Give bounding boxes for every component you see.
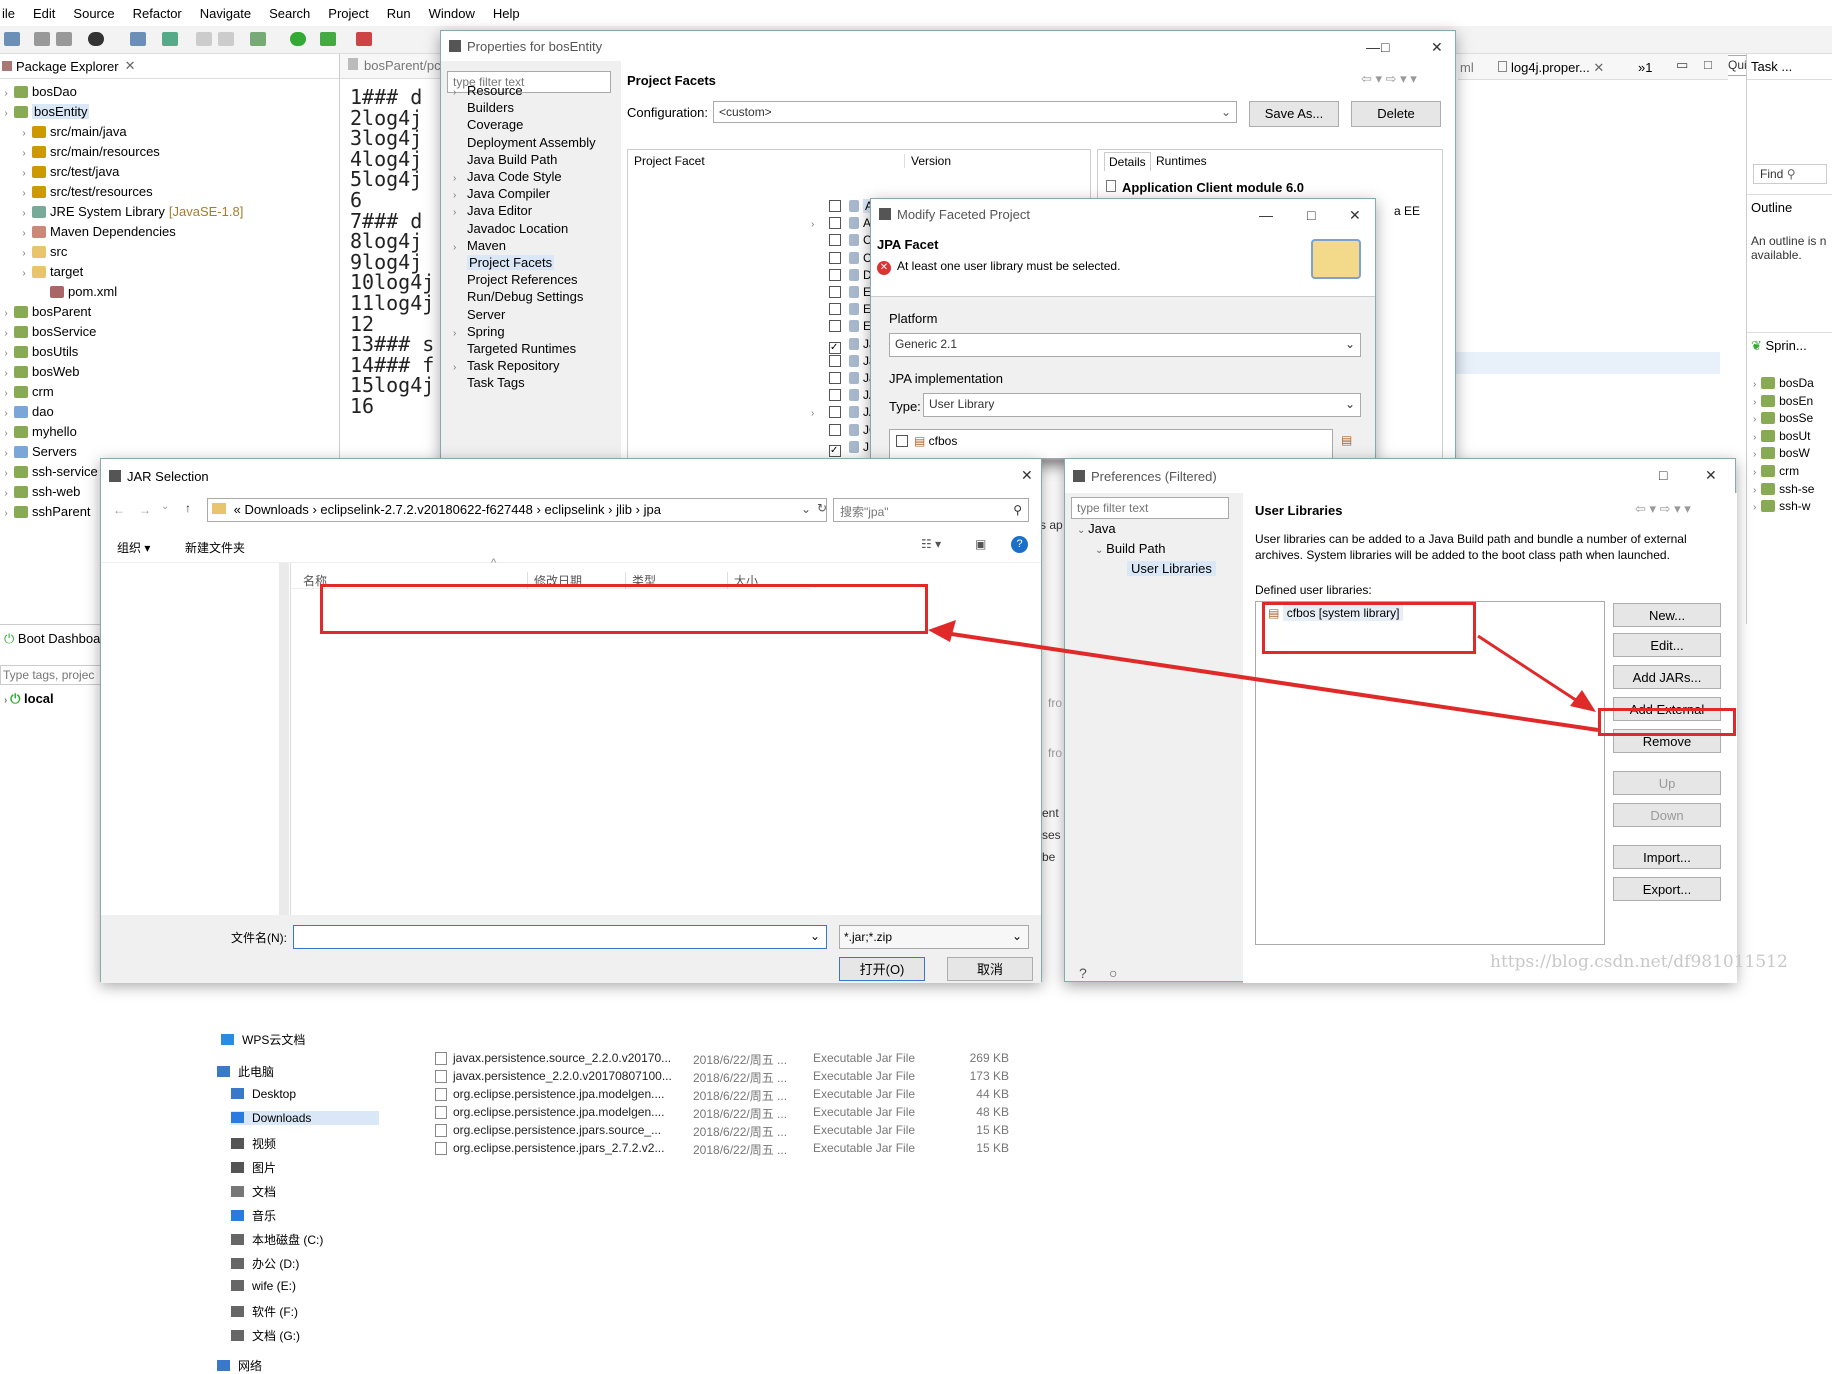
arrowhead-icon	[928, 620, 956, 642]
file-row[interactable]: org.eclipse.persistence.jpars.source_...…	[435, 1121, 1015, 1139]
jar-nav-label: 网络	[238, 1359, 263, 1373]
file-size: 44 KB	[976, 1087, 1009, 1101]
jar-nav-label: 视频	[252, 1137, 277, 1151]
drive-icon	[231, 1306, 244, 1317]
network-icon	[217, 1360, 230, 1371]
file-date: 2018/6/22/周五 ...	[693, 1053, 788, 1067]
file-name: org.eclipse.persistence.jpars_2.7.2.v2..…	[453, 1141, 665, 1155]
drive-icon	[231, 1258, 244, 1269]
jar-nav-item[interactable]: Downloads	[231, 1111, 379, 1125]
jar-nav-label: 音乐	[252, 1209, 277, 1223]
jar-nav-item[interactable]: WPS云文档	[221, 1031, 379, 1048]
file-name: org.eclipse.persistence.jpa.modelgen....	[453, 1087, 665, 1101]
download-icon	[231, 1112, 244, 1123]
jar-nav-item[interactable]: 文档	[231, 1183, 379, 1200]
jar-nav-label: 文档	[252, 1185, 277, 1199]
jar-file-icon	[435, 1052, 447, 1065]
file-date: 2018/6/22/周五 ...	[693, 1107, 788, 1121]
jar-nav-label: Desktop	[252, 1087, 297, 1101]
picture-icon	[231, 1162, 244, 1173]
jar-nav-item[interactable]: 音乐	[231, 1207, 379, 1224]
file-type: Executable Jar File	[813, 1069, 916, 1083]
file-type: Executable Jar File	[813, 1051, 916, 1065]
file-row[interactable]: org.eclipse.persistence.jpa.modelgen....…	[435, 1085, 1015, 1103]
music-icon	[231, 1210, 244, 1221]
file-name: org.eclipse.persistence.jpa.modelgen....	[453, 1105, 665, 1119]
cloud-icon	[221, 1034, 234, 1045]
jar-nav-item[interactable]: 视频	[231, 1135, 379, 1152]
jar-file-icon	[435, 1124, 447, 1137]
watermark: https://blog.csdn.net/df981011512	[1490, 952, 1788, 972]
jar-nav-label: 软件 (F:)	[252, 1305, 298, 1319]
file-name: javax.persistence.source_2.2.0.v20170...	[453, 1051, 672, 1065]
file-name: org.eclipse.persistence.jpars.source_...	[453, 1123, 662, 1137]
jar-nav-label: Downloads	[252, 1111, 312, 1125]
jar-nav-item[interactable]: 本地磁盘 (C:)	[231, 1231, 379, 1248]
document-icon	[231, 1186, 244, 1197]
jar-nav-item[interactable]: 文档 (G:)	[231, 1327, 379, 1344]
jar-nav-label: 此电脑	[238, 1065, 275, 1079]
jar-nav-label: 文档 (G:)	[252, 1329, 300, 1343]
file-date: 2018/6/22/周五 ...	[693, 1125, 788, 1139]
jar-file-icon	[435, 1070, 447, 1083]
desktop-icon	[231, 1088, 244, 1099]
file-type: Executable Jar File	[813, 1087, 916, 1101]
file-type: Executable Jar File	[813, 1105, 916, 1119]
file-date: 2018/6/22/周五 ...	[693, 1071, 788, 1085]
jar-nav-label: 办公 (D:)	[252, 1257, 300, 1271]
jar-file-icon	[435, 1088, 447, 1101]
arrow-to-add-external	[1477, 634, 1589, 710]
arrowhead-icon	[1570, 690, 1596, 712]
annotation-arrows	[928, 620, 1599, 732]
file-row[interactable]: org.eclipse.persistence.jpa.modelgen....…	[435, 1103, 1015, 1121]
jar-nav-item[interactable]: 网络	[217, 1357, 379, 1374]
jar-file-icon	[435, 1106, 447, 1119]
file-name: javax.persistence_2.2.0.v20170807100...	[453, 1069, 672, 1083]
drive-icon	[231, 1330, 244, 1341]
video-icon	[231, 1138, 244, 1149]
file-size: 173 KB	[969, 1069, 1009, 1083]
file-row[interactable]: javax.persistence_2.2.0.v20170807100... 2…	[435, 1067, 1015, 1085]
file-date: 2018/6/22/周五 ...	[693, 1143, 788, 1157]
jar-nav-item[interactable]: 办公 (D:)	[231, 1255, 379, 1272]
file-date: 2018/6/22/周五 ...	[693, 1089, 788, 1103]
jar-nav-label: wife (E:)	[252, 1279, 297, 1293]
jar-nav-label: 本地磁盘 (C:)	[252, 1233, 324, 1247]
file-row[interactable]: javax.persistence.source_2.2.0.v20170...…	[435, 1049, 1015, 1067]
jar-nav-item[interactable]: 软件 (F:)	[231, 1303, 379, 1320]
drive-icon	[231, 1234, 244, 1245]
jar-nav-item[interactable]: 图片	[231, 1159, 379, 1176]
jar-nav-label: 图片	[252, 1161, 277, 1175]
file-row[interactable]: org.eclipse.persistence.jpars_2.7.2.v2..…	[435, 1139, 1015, 1157]
file-size: 48 KB	[976, 1105, 1009, 1119]
file-size: 15 KB	[976, 1123, 1009, 1137]
arrow-to-jars	[937, 630, 1599, 732]
jar-nav-item[interactable]: wife (E:)	[231, 1279, 379, 1293]
jar-nav-label: WPS云文档	[242, 1033, 306, 1047]
file-size: 269 KB	[969, 1051, 1009, 1065]
computer-icon	[217, 1066, 230, 1077]
jar-nav-item[interactable]: Desktop	[231, 1087, 379, 1101]
jar-file-icon	[435, 1142, 447, 1155]
file-type: Executable Jar File	[813, 1123, 916, 1137]
drive-icon	[231, 1280, 244, 1291]
jar-nav-item[interactable]: 此电脑	[217, 1063, 379, 1080]
file-size: 15 KB	[976, 1141, 1009, 1155]
file-type: Executable Jar File	[813, 1141, 916, 1155]
